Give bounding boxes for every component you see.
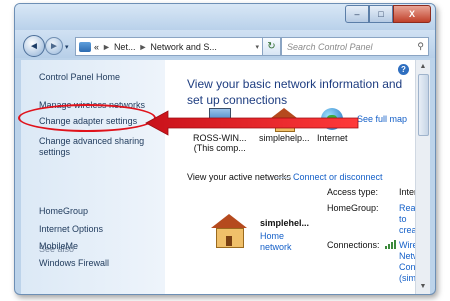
refresh-button[interactable]: ↻ bbox=[262, 37, 281, 56]
control-panel-home-link[interactable]: Control Panel Home bbox=[39, 72, 120, 83]
globe-icon bbox=[321, 108, 344, 130]
this-computer-sublabel: (This comp... bbox=[193, 143, 246, 153]
internet-options-link[interactable]: Internet Options bbox=[39, 224, 103, 235]
page-title: View your basic network information and … bbox=[187, 76, 407, 108]
network-sharing-main: ? View your basic network information an… bbox=[165, 60, 425, 294]
navigation-bar: ◄ ► ▾ « ► Net... ► Network and S... ▾ ↻ … bbox=[15, 30, 435, 58]
scroll-thumb[interactable] bbox=[418, 74, 429, 136]
change-advanced-sharing-link[interactable]: Change advanced sharing bbox=[39, 136, 144, 147]
change-advanced-sharing-link-line2[interactable]: settings bbox=[39, 147, 70, 158]
internet-node-label: Internet bbox=[317, 133, 348, 143]
homegroup-link[interactable]: HomeGroup bbox=[39, 206, 88, 217]
minimize-button[interactable]: – bbox=[345, 5, 369, 23]
access-type-label: Access type: bbox=[327, 187, 379, 197]
close-button[interactable]: X bbox=[393, 5, 431, 23]
network-name: simplehel... bbox=[260, 218, 310, 228]
back-button[interactable]: ◄ bbox=[23, 35, 45, 57]
window-controls: – □ X bbox=[345, 5, 431, 23]
scroll-down-icon[interactable]: ▼ bbox=[418, 282, 428, 292]
connection-line bbox=[227, 122, 257, 123]
recent-pages-dropdown-icon[interactable]: ▾ bbox=[65, 43, 69, 51]
divider bbox=[275, 177, 291, 178]
this-computer-label: ROSS-WIN... bbox=[193, 133, 247, 143]
control-panel-window: – □ X ◄ ► ▾ « ► Net... ► Network and S..… bbox=[14, 3, 436, 295]
home-network-icon bbox=[271, 108, 298, 132]
homegroup-label: HomeGroup: bbox=[327, 203, 379, 213]
wireless-signal-icon bbox=[385, 240, 396, 249]
search-icon[interactable]: ⚲ bbox=[417, 41, 424, 52]
breadcrumb-overflow-icon[interactable]: « bbox=[94, 42, 99, 52]
mobileme-link[interactable]: MobileMe bbox=[39, 241, 78, 252]
page-title-line1: View your basic network information and bbox=[187, 77, 403, 91]
see-full-map-link[interactable]: See full map bbox=[357, 114, 407, 124]
forward-button[interactable]: ► bbox=[45, 37, 63, 55]
search-placeholder: Search Control Panel bbox=[287, 41, 373, 52]
scroll-up-icon[interactable]: ▲ bbox=[418, 62, 428, 72]
network-type-link-line2[interactable]: network bbox=[260, 242, 292, 253]
windows-firewall-link[interactable]: Windows Firewall bbox=[39, 258, 109, 269]
search-input[interactable]: Search Control Panel ⚲ bbox=[281, 37, 429, 56]
breadcrumb-network-internet[interactable]: Net... bbox=[114, 42, 136, 52]
active-networks-row: View your active networks Connect or dis… bbox=[187, 172, 417, 182]
breadcrumb-separator-icon[interactable]: ► bbox=[102, 42, 111, 52]
control-panel-icon bbox=[79, 41, 91, 52]
address-bar[interactable]: « ► Net... ► Network and S... ▾ bbox=[75, 37, 263, 56]
breadcrumb-network-sharing-center[interactable]: Network and S... bbox=[150, 42, 217, 52]
vertical-scrollbar[interactable]: ▲ ▼ bbox=[415, 60, 430, 294]
task-sidebar: Control Panel Home Manage wireless netwo… bbox=[21, 60, 165, 294]
page-title-line2: set up connections bbox=[187, 93, 288, 107]
computer-icon bbox=[207, 108, 233, 130]
connections-label: Connections: bbox=[327, 240, 380, 250]
help-icon[interactable]: ? bbox=[398, 64, 409, 75]
this-computer-node[interactable]: ROSS-WIN... (This comp... bbox=[193, 108, 247, 153]
network-type-link[interactable]: Home bbox=[260, 231, 284, 242]
maximize-button[interactable]: □ bbox=[369, 5, 393, 23]
title-bar: – □ X bbox=[15, 4, 435, 30]
highlight-ellipse bbox=[18, 104, 156, 132]
home-network-large-icon bbox=[209, 214, 251, 254]
home-network-node-label: simplehelp... bbox=[259, 133, 310, 143]
breadcrumb-separator-icon[interactable]: ► bbox=[138, 42, 147, 52]
address-dropdown-icon[interactable]: ▾ bbox=[255, 43, 259, 51]
home-network-node[interactable]: simplehelp... bbox=[259, 108, 310, 143]
connect-disconnect-link[interactable]: Connect or disconnect bbox=[293, 172, 383, 182]
homegroup-ready-link-line2[interactable]: to bbox=[399, 214, 407, 225]
internet-node[interactable]: Internet bbox=[317, 108, 348, 143]
